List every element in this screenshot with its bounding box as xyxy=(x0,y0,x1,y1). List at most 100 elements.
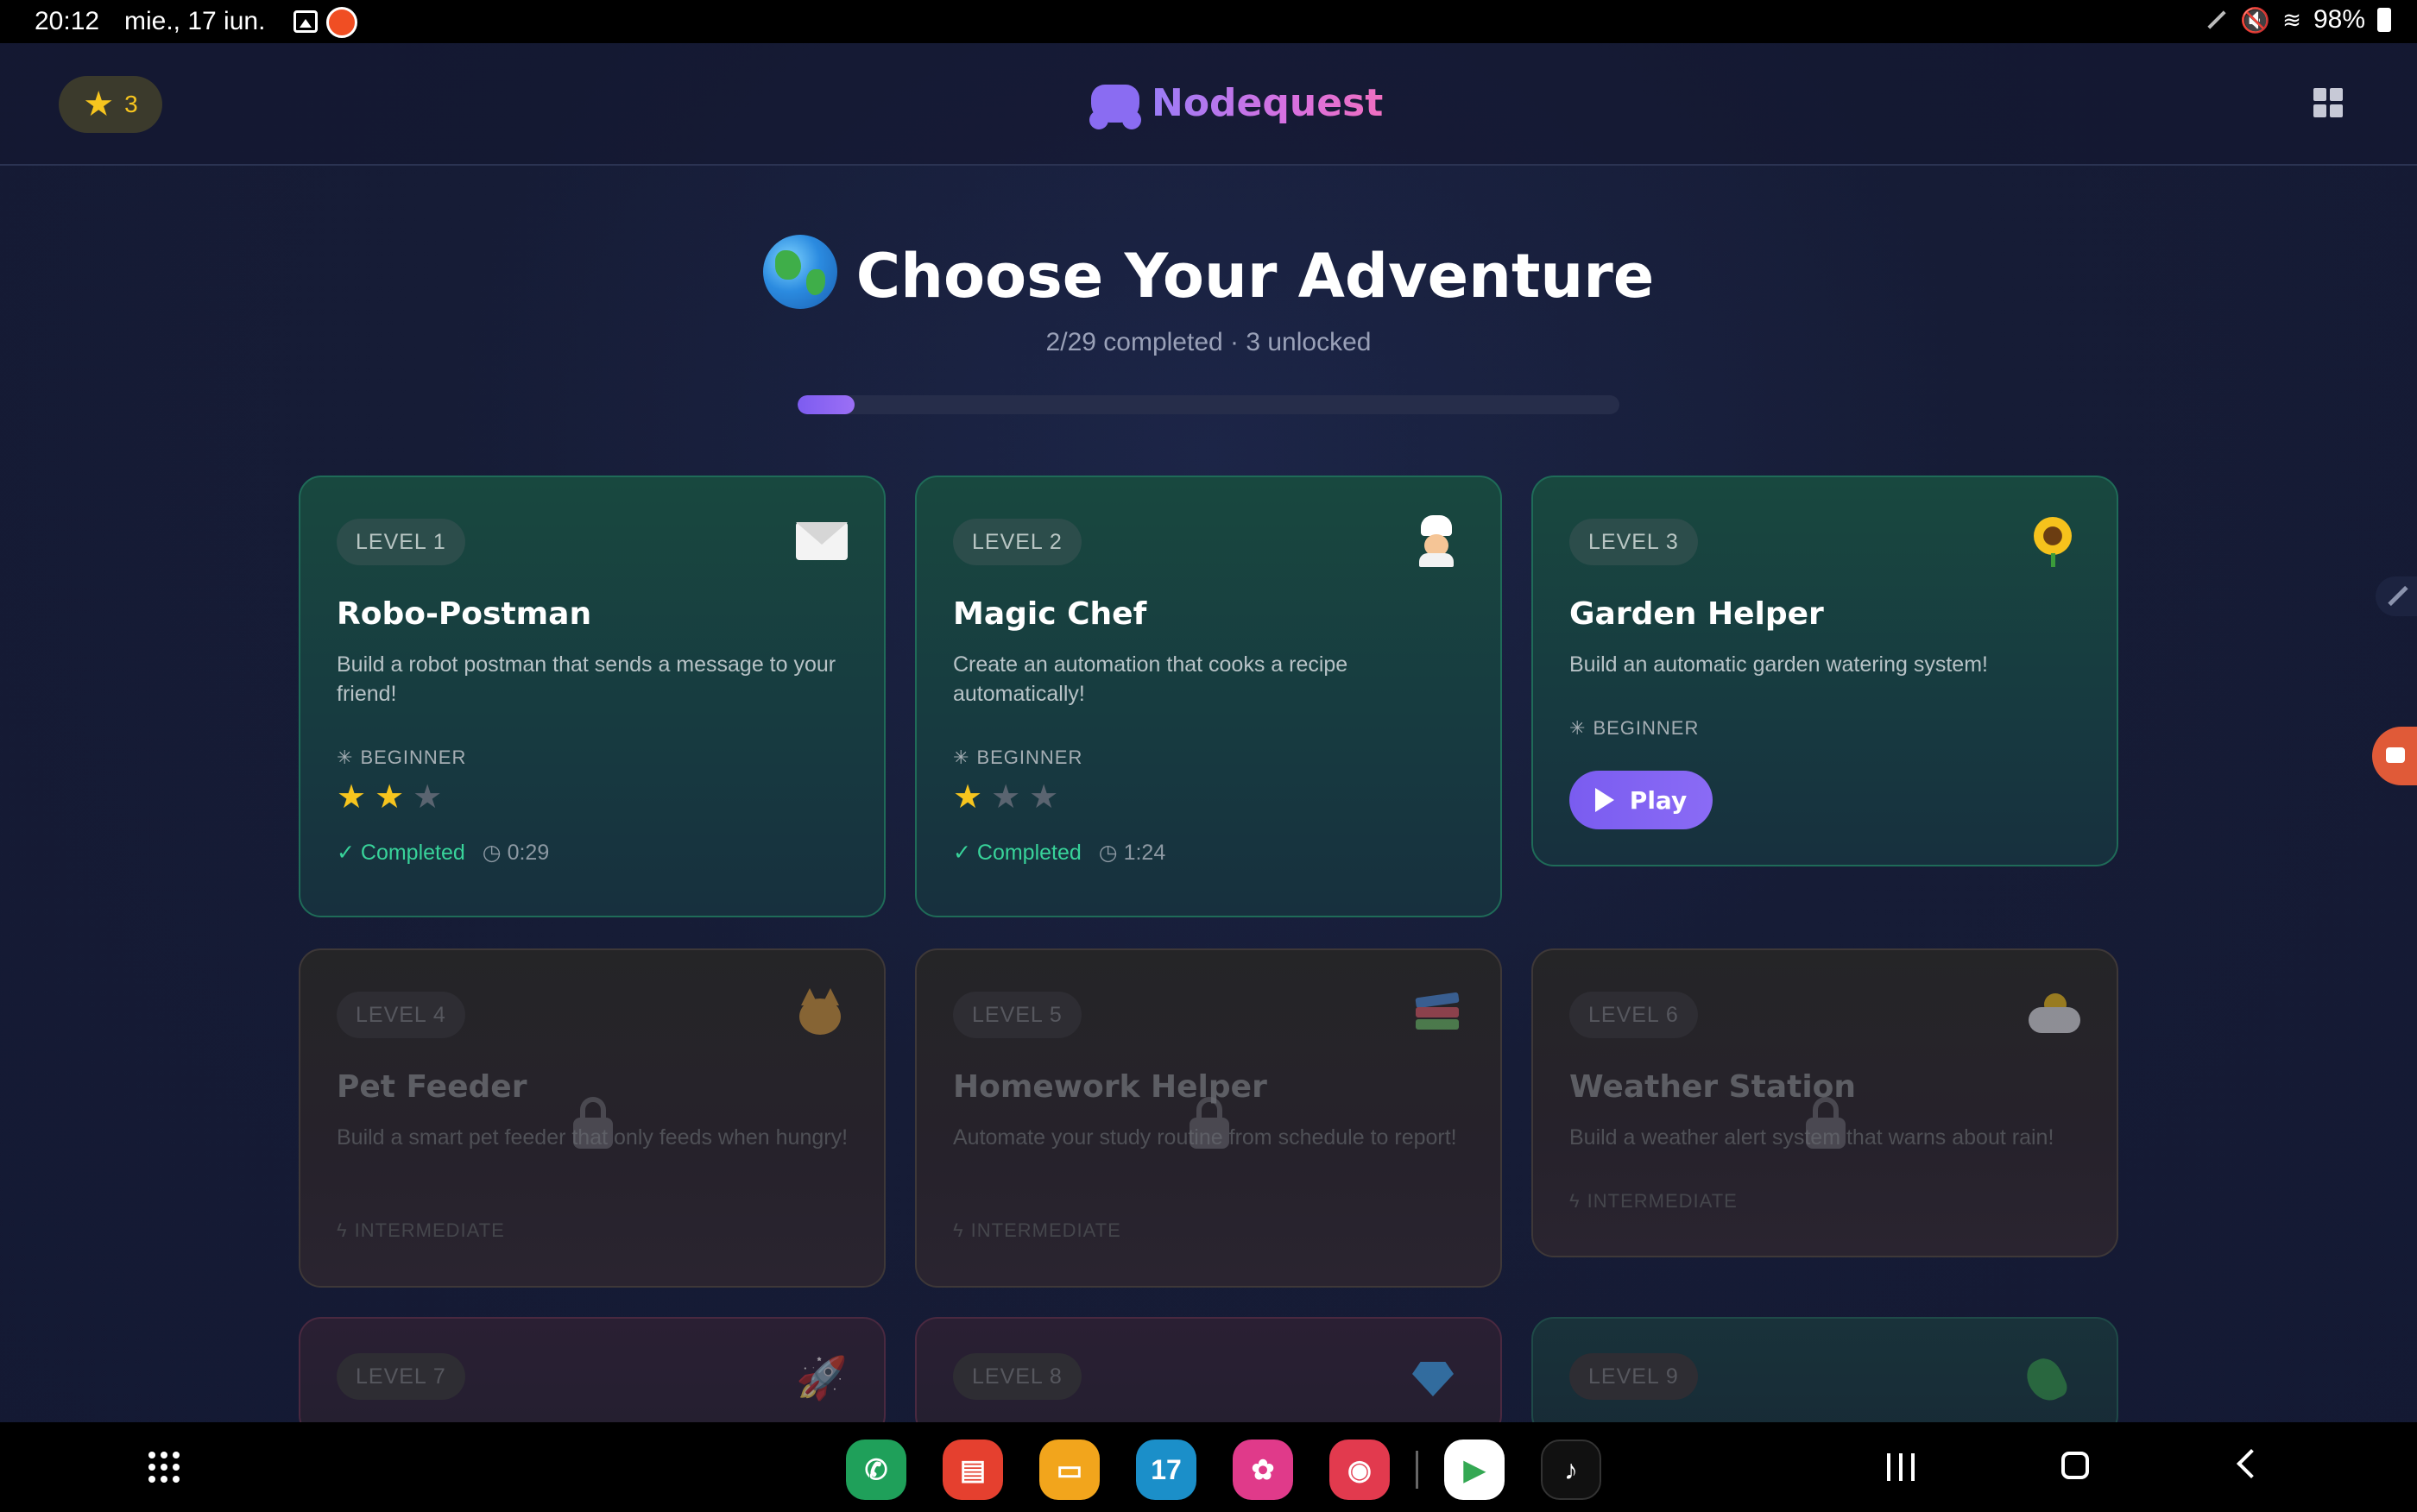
level-description: Create an automation that cooks a recipe… xyxy=(953,652,1348,706)
star-icon: ★ xyxy=(83,85,115,124)
level-description: Build an automatic garden watering syste… xyxy=(1569,652,1988,677)
globe-icon xyxy=(762,235,837,309)
sparkle-icon: ✳ xyxy=(1569,717,1587,739)
completion-row: ✓ Completed ◷ 1:24 xyxy=(953,840,1165,866)
level-card-locked: LEVEL 5 Homework Helper Automate your st… xyxy=(915,948,1502,1288)
level-title: Magic Chef xyxy=(953,596,1147,632)
star-counter[interactable]: ★ 3 xyxy=(59,76,162,133)
level-badge: LEVEL 5 xyxy=(953,992,1082,1038)
lightning-icon: ϟ xyxy=(1569,1190,1581,1212)
files-app-icon[interactable]: ▭ xyxy=(1039,1440,1100,1500)
sparkle-icon: ✳ xyxy=(337,747,354,768)
sparkle-icon: ✳ xyxy=(953,747,970,768)
star-rating: ★ ★ ★ xyxy=(337,781,442,814)
edge-recorder-icon[interactable] xyxy=(2372,727,2417,785)
gem-icon xyxy=(1412,1353,1464,1405)
level-title: Robo-Postman xyxy=(337,596,592,632)
completion-time: ◷ 0:29 xyxy=(482,841,550,865)
level-badge: LEVEL 4 xyxy=(337,992,465,1038)
level-title: Pet Feeder xyxy=(337,1069,527,1105)
app-drawer-icon[interactable] xyxy=(148,1452,180,1483)
tiktok-icon[interactable]: ♪ xyxy=(1541,1440,1601,1500)
home-button[interactable] xyxy=(2061,1452,2089,1479)
completed-status: ✓ Completed xyxy=(337,841,465,865)
stylus-icon xyxy=(2207,10,2226,29)
brand-logo[interactable]: Nodequest xyxy=(1089,81,1384,129)
star-empty-icon: ★ xyxy=(413,779,443,816)
progress-bar xyxy=(798,395,1619,414)
calendar-app-icon[interactable]: 17 xyxy=(1136,1440,1196,1500)
status-date: mie., 17 iun. xyxy=(124,7,266,35)
camera-app-icon[interactable]: ◉ xyxy=(1329,1440,1390,1500)
page-title-text: Choose Your Adventure xyxy=(855,241,1655,312)
lightning-icon: ϟ xyxy=(953,1219,964,1241)
wifi-icon: ≋ xyxy=(2282,6,2301,33)
level-badge: LEVEL 6 xyxy=(1569,992,1698,1038)
parrot-icon xyxy=(2021,1352,2080,1408)
star-filled-icon: ★ xyxy=(375,779,405,816)
lock-icon xyxy=(1806,1097,1846,1149)
screen-recorder-icon xyxy=(326,7,357,38)
navigation-bar: ✆ ▤ ▭ 17 ✿ ◉ ▶ ♪ xyxy=(0,1422,2417,1512)
completed-status: ✓ Completed xyxy=(953,841,1082,865)
level-card-locked: LEVEL 7 🚀 xyxy=(299,1317,886,1438)
sunflower-icon xyxy=(2029,515,2080,567)
play-store-icon[interactable]: ▶ xyxy=(1444,1440,1505,1500)
level-card[interactable]: LEVEL 1 Robo-Postman Build a robot postm… xyxy=(299,476,886,917)
level-card-locked: LEVEL 4 Pet Feeder Build a smart pet fee… xyxy=(299,948,886,1288)
back-button[interactable] xyxy=(2237,1449,2266,1478)
app-header: ★ 3 Nodequest xyxy=(0,43,2417,166)
star-filled-icon: ★ xyxy=(337,779,367,816)
level-description: Build a robot postman that sends a messa… xyxy=(337,652,836,706)
lock-icon xyxy=(1190,1097,1229,1149)
recents-button[interactable] xyxy=(1887,1453,1915,1481)
play-button[interactable]: Play xyxy=(1569,771,1713,829)
star-empty-icon: ★ xyxy=(1029,779,1059,816)
clock-icon: ◷ xyxy=(1098,841,1118,865)
lock-icon xyxy=(573,1097,613,1149)
completion-time: ◷ 1:24 xyxy=(1098,841,1166,865)
gallery-notification-icon xyxy=(293,10,318,33)
level-title: Garden Helper xyxy=(1569,596,1824,632)
difficulty-label: ϟ INTERMEDIATE xyxy=(337,1219,505,1241)
flower-app-icon[interactable]: ✿ xyxy=(1233,1440,1293,1500)
level-badge: LEVEL 2 xyxy=(953,519,1082,565)
difficulty-label: ✳ BEGINNER xyxy=(337,747,467,768)
status-indicators: 🔇 ≋ 98% xyxy=(2206,5,2391,35)
level-card[interactable]: LEVEL 2 Magic Chef Create an automation … xyxy=(915,476,1502,917)
phone-app-icon[interactable]: ✆ xyxy=(846,1440,906,1500)
level-badge: LEVEL 9 xyxy=(1569,1353,1698,1400)
star-count: 3 xyxy=(124,91,138,117)
level-card-locked: LEVEL 8 xyxy=(915,1317,1502,1438)
progress-bar-fill xyxy=(798,395,855,414)
mute-icon: 🔇 xyxy=(2240,6,2271,34)
edge-pen-icon[interactable] xyxy=(2376,576,2417,616)
status-bar: 20:12 mie., 17 iun. 🔇 ≋ 98% xyxy=(0,0,2417,43)
status-time: 20:12 xyxy=(35,7,100,35)
page-title: Choose Your Adventure xyxy=(0,235,2417,312)
difficulty-label: ✳ BEGINNER xyxy=(1569,717,1700,739)
rocket-icon: 🚀 xyxy=(796,1356,848,1402)
level-card-locked: LEVEL 9 xyxy=(1531,1317,2118,1438)
difficulty-label: ϟ INTERMEDIATE xyxy=(953,1219,1121,1241)
level-badge: LEVEL 7 xyxy=(337,1353,465,1400)
gamepad-icon xyxy=(1089,84,1141,129)
grid-icon xyxy=(2313,88,2326,101)
battery-level: 98% xyxy=(2313,5,2365,34)
books-icon xyxy=(1412,988,1464,1040)
envelope-icon xyxy=(796,515,848,567)
star-filled-icon: ★ xyxy=(953,779,983,816)
notes-app-icon[interactable]: ▤ xyxy=(943,1440,1003,1500)
play-icon xyxy=(1594,788,1614,812)
chef-icon xyxy=(1412,515,1464,567)
battery-icon xyxy=(2377,8,2391,32)
level-card[interactable]: LEVEL 3 Garden Helper Build an automatic… xyxy=(1531,476,2118,866)
level-badge: LEVEL 8 xyxy=(953,1353,1082,1400)
difficulty-label: ϟ INTERMEDIATE xyxy=(1569,1190,1738,1212)
completion-row: ✓ Completed ◷ 0:29 xyxy=(337,840,549,866)
grid-view-button[interactable] xyxy=(2313,88,2343,117)
brand-name: Nodequest xyxy=(1152,81,1384,125)
progress-summary: 2/29 completed · 3 unlocked xyxy=(1045,328,1372,356)
star-rating: ★ ★ ★ xyxy=(953,781,1058,814)
lightning-icon: ϟ xyxy=(337,1219,348,1241)
